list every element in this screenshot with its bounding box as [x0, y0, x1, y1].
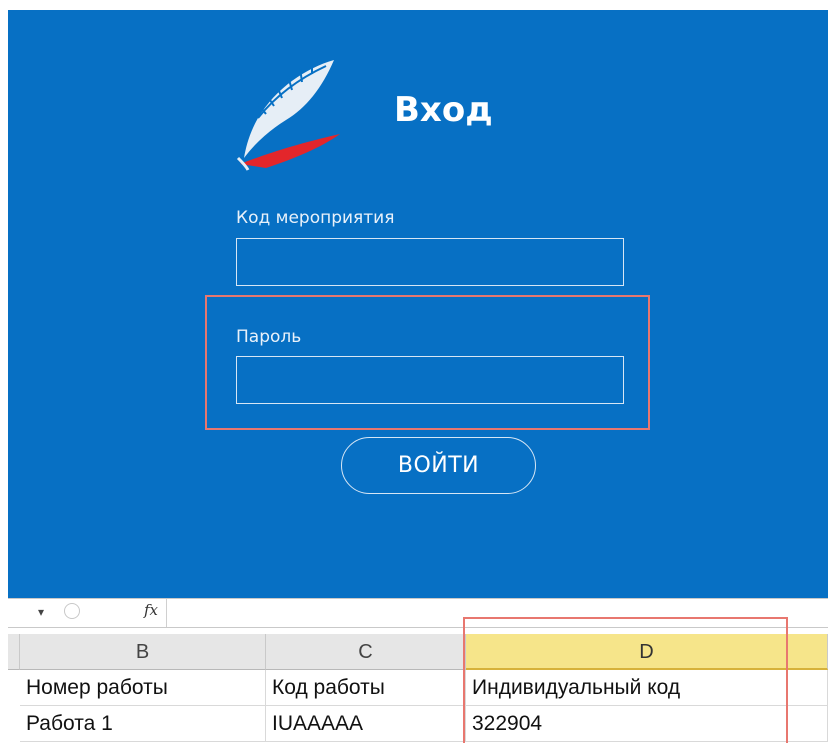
event-code-label: Код мероприятия: [236, 208, 395, 228]
password-input[interactable]: [236, 356, 624, 404]
formula-divider: [166, 599, 167, 627]
cell-c2[interactable]: IUAAAAA: [266, 706, 466, 742]
function-icon[interactable]: fx: [144, 601, 158, 619]
column-d-highlight-box: [463, 617, 788, 743]
cell-b1[interactable]: Номер работы: [20, 670, 266, 706]
password-label: Пароль: [236, 327, 302, 347]
event-code-input[interactable]: [236, 238, 624, 286]
namebox-circle-icon: [64, 603, 80, 619]
column-header-c[interactable]: C: [266, 634, 466, 670]
cell-b2[interactable]: Работа 1: [20, 706, 266, 742]
cell-c1[interactable]: Код работы: [266, 670, 466, 706]
column-header-b[interactable]: B: [20, 634, 266, 670]
namebox-dropdown-icon[interactable]: ▾: [38, 605, 44, 619]
quill-logo-icon: [236, 60, 340, 171]
login-title: Вход: [394, 90, 493, 130]
login-button[interactable]: ВОЙТИ: [341, 437, 536, 494]
row-header-corner: [8, 634, 20, 670]
